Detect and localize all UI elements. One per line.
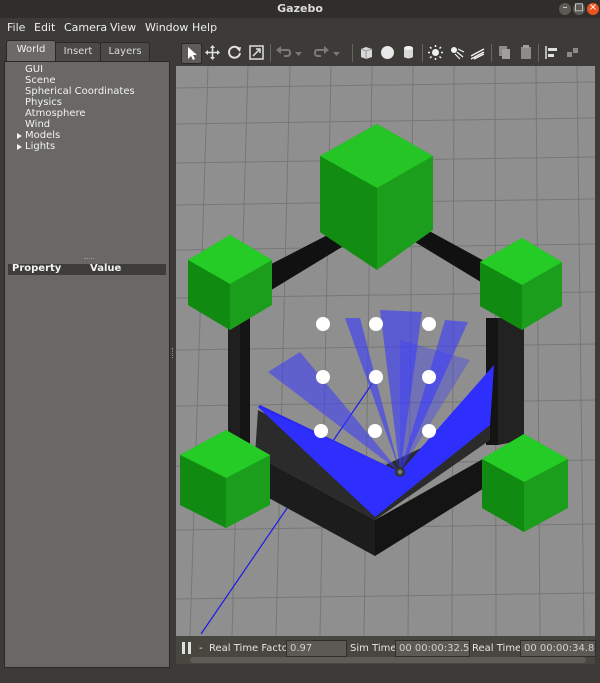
real-time-factor-value: 0.97 (286, 640, 347, 657)
property-table-header: Property Value (8, 263, 166, 275)
real-time-label: Real Time: (472, 643, 525, 654)
toolbar-separator (538, 44, 539, 62)
pause-button[interactable] (182, 642, 192, 654)
menu-file[interactable]: File (7, 21, 25, 34)
select-arrow-icon[interactable] (181, 43, 202, 64)
step-button[interactable]: - (199, 643, 203, 654)
tree-item-label: Atmosphere (25, 108, 86, 119)
menu-camera[interactable]: Camera (64, 21, 107, 34)
tab-layers[interactable]: Layers (100, 42, 150, 61)
spot-light-icon[interactable] (447, 43, 466, 62)
real-time-factor-label: Real Time Factor: (209, 643, 296, 654)
close-button[interactable]: × (587, 2, 599, 15)
expand-arrow-icon[interactable] (17, 133, 22, 139)
tree-item-label: Scene (25, 75, 56, 86)
tree-item-label: Models (25, 130, 61, 141)
sim-time-label: Sim Time: (350, 643, 400, 654)
toolbar-separator (491, 44, 492, 62)
redo-icon[interactable] (312, 43, 331, 62)
copy-icon[interactable] (495, 43, 514, 62)
translate-icon[interactable] (203, 43, 222, 62)
minimize-icon: – (562, 2, 568, 13)
redo-dropdown-icon[interactable] (332, 43, 341, 62)
panel-tabs: World Insert Layers (4, 40, 170, 61)
snap-icon[interactable] (563, 43, 582, 62)
box-icon[interactable] (357, 43, 376, 62)
undo-dropdown-icon[interactable] (294, 43, 303, 62)
point-light-icon[interactable] (426, 43, 445, 62)
tab-world[interactable]: World (6, 40, 56, 61)
tree-item-scene[interactable]: Scene (25, 75, 56, 86)
tree-item-label: GUI (25, 64, 44, 75)
tree-item-label: Wind (25, 119, 51, 130)
pause-icon (182, 642, 191, 654)
sphere-icon[interactable] (378, 43, 397, 62)
close-icon: × (588, 2, 598, 13)
align-icon[interactable] (542, 43, 561, 62)
menu-bar: File Edit Camera View Window Help (0, 18, 600, 36)
expand-arrow-icon[interactable] (17, 144, 22, 150)
panel-splitter-handle[interactable] (84, 258, 94, 261)
left-panel: World Insert Layers GUI Scene Spherical … (4, 40, 170, 668)
toolbar (176, 40, 595, 66)
column-value: Value (90, 263, 122, 274)
horizontal-scrollbar[interactable] (190, 657, 586, 663)
cylinder-icon[interactable] (399, 43, 418, 62)
scene-render[interactable] (176, 66, 595, 636)
rotate-icon[interactable] (225, 43, 244, 62)
menu-edit[interactable]: Edit (34, 21, 55, 34)
tree-item-wind[interactable]: Wind (25, 119, 50, 130)
column-property: Property (12, 263, 62, 274)
toolbar-separator (270, 44, 271, 62)
tree-item-lights[interactable]: Lights (17, 141, 56, 152)
sim-time-value: 00 00:00:32.576 (395, 640, 470, 657)
tree-item-gui[interactable]: GUI (25, 64, 43, 75)
world-tree: GUI Scene Spherical Coordinates Physics … (4, 61, 170, 668)
menu-window[interactable]: Window (145, 21, 188, 34)
tree-item-spherical-coordinates[interactable]: Spherical Coordinates (25, 86, 135, 97)
scene-viewport[interactable] (176, 66, 595, 636)
paste-icon[interactable] (516, 43, 535, 62)
tree-item-models[interactable]: Models (17, 130, 61, 141)
undo-icon[interactable] (274, 43, 293, 62)
window-title: Gazebo (277, 2, 323, 15)
maximize-button[interactable]: □ (573, 2, 585, 15)
tree-item-label: Lights (25, 141, 56, 152)
scale-icon[interactable] (247, 43, 266, 62)
menu-view[interactable]: View (110, 21, 136, 34)
tree-item-atmosphere[interactable]: Atmosphere (25, 108, 86, 119)
toolbar-separator (422, 44, 423, 62)
window-titlebar: Gazebo – □ × (0, 0, 600, 18)
tree-item-physics[interactable]: Physics (25, 97, 62, 108)
toolbar-separator (352, 44, 353, 62)
real-time-value: 00 00:00:34.88 (520, 640, 596, 657)
tab-insert[interactable]: Insert (55, 42, 101, 61)
directional-light-icon[interactable] (468, 43, 487, 62)
maximize-icon: □ (574, 2, 584, 13)
left-splitter-handle[interactable] (172, 348, 175, 358)
menu-help[interactable]: Help (192, 21, 217, 34)
minimize-button[interactable]: – (559, 2, 571, 15)
tree-item-label: Physics (25, 97, 62, 108)
tree-item-label: Spherical Coordinates (25, 86, 135, 97)
